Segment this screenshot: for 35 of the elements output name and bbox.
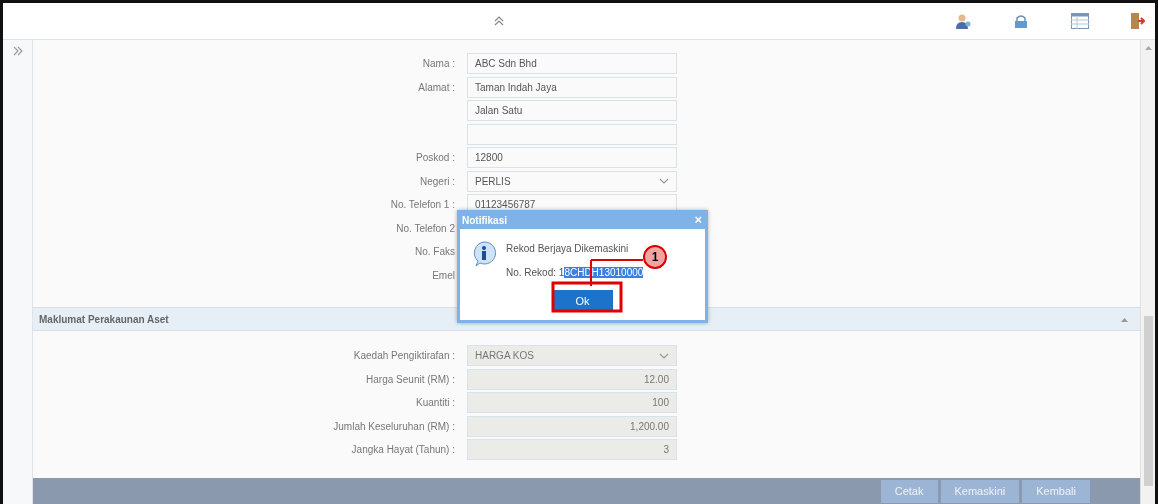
field-label: No. Telefon 2: [395, 221, 455, 236]
expand-right-icon[interactable]: [12, 46, 23, 56]
collapse-caret-icon[interactable]: [1121, 316, 1128, 322]
field-label: Jangka Hayat (Tahun) :: [350, 443, 455, 458]
field-label: Emel: [431, 268, 455, 283]
input-field[interactable]: ABC Sdn Bhd: [467, 53, 677, 75]
field-label: No. Faks: [414, 245, 455, 260]
dropdown-field[interactable]: PERLIS: [467, 170, 677, 192]
exit-door-icon[interactable]: [1131, 12, 1145, 30]
lock-icon[interactable]: [1013, 14, 1029, 28]
field-label: Poskod :: [415, 151, 455, 166]
input-field[interactable]: 12800: [467, 147, 677, 169]
field-label: Kaedah Pengiktirafan :: [352, 349, 455, 364]
field-label: Nama :: [421, 57, 455, 72]
scrollbar-thumb[interactable]: [1143, 316, 1153, 486]
dialog-title: Notifikasi: [462, 213, 507, 228]
message-text: Rekod Berjaya Dikemaskini: [506, 242, 629, 256]
collapse-up-icon[interactable]: [494, 16, 504, 26]
user-icon[interactable]: [955, 13, 971, 29]
field-label: No. Telefon 1 :: [389, 198, 455, 213]
field-label: Kuantiti :: [415, 396, 455, 411]
field-label: Jumlah Keseluruhan (RM) :: [332, 419, 455, 434]
input-field[interactable]: Taman Indah Jaya: [467, 76, 677, 98]
scroll-up-icon[interactable]: [1144, 45, 1152, 50]
field-label: Negeri :: [419, 174, 455, 189]
highlight-frame: [551, 281, 623, 313]
input-field[interactable]: [467, 123, 677, 145]
field-label: Harga Seunit (RM) :: [365, 372, 455, 387]
input-field[interactable]: Jalan Satu: [467, 100, 677, 122]
dropdown-caret-icon[interactable]: [659, 178, 669, 185]
field-label: Alamat :: [417, 80, 455, 95]
section-title: Maklumat Perakaunan Aset: [39, 312, 169, 327]
info-icon: [472, 241, 496, 267]
table-icon[interactable]: [1071, 13, 1089, 29]
close-button[interactable]: ×: [694, 210, 702, 230]
